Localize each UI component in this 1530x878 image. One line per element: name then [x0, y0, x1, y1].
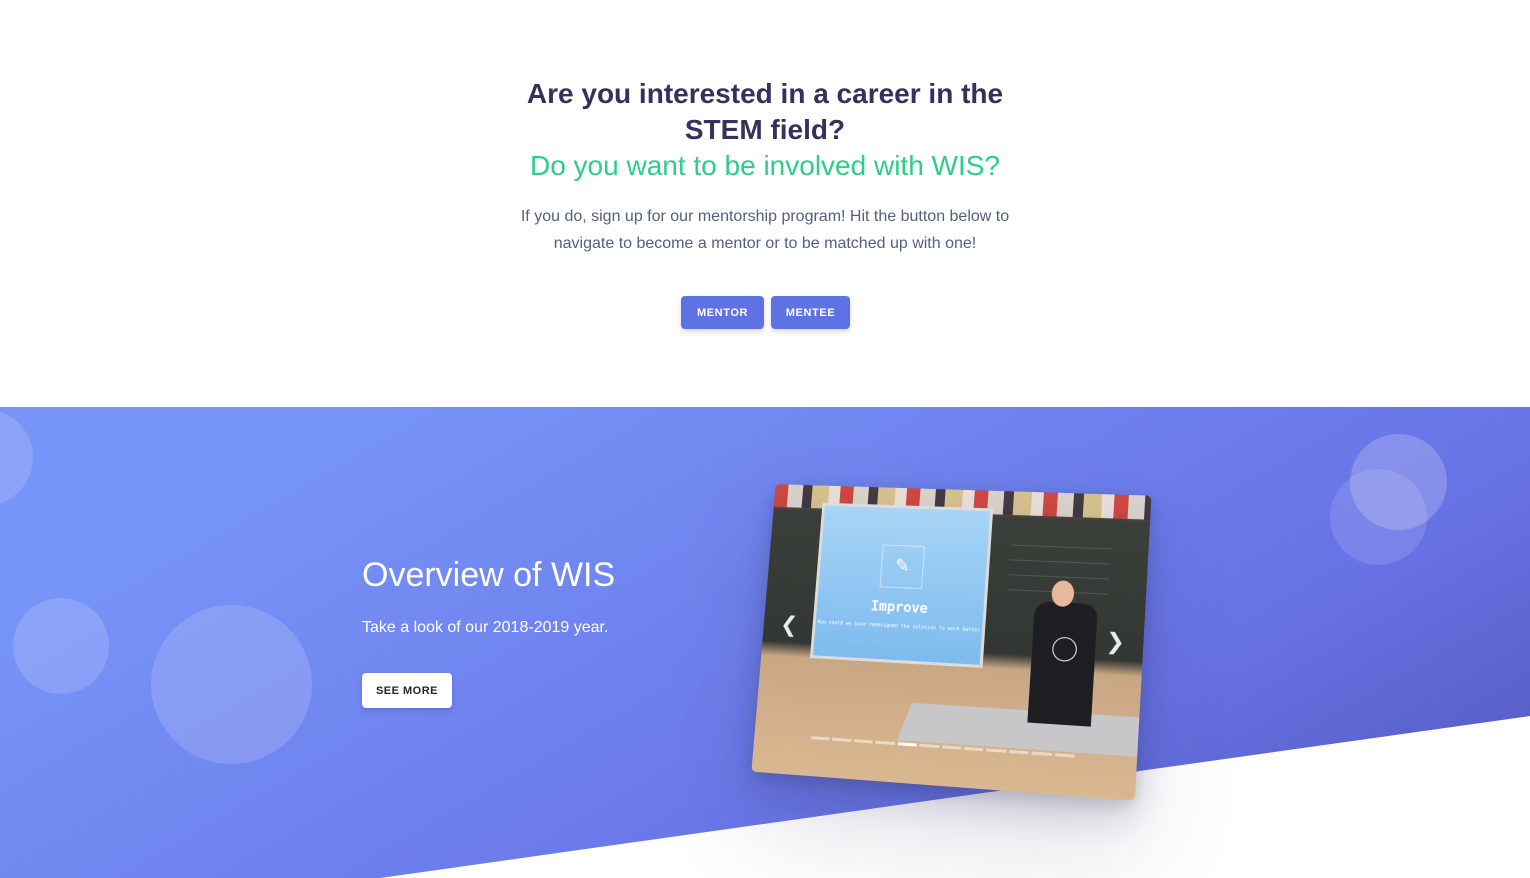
see-more-button[interactable]: SEE MORE — [362, 673, 452, 708]
slide-heading: Improve — [870, 598, 929, 618]
decorative-circle — [151, 605, 312, 764]
decorative-circle — [13, 598, 109, 694]
cta-description: If you do, sign up for our mentorship pr… — [520, 208, 1010, 252]
mentee-button[interactable]: MENTEE — [771, 296, 850, 329]
cta-title-line2: STEM field? — [684, 114, 846, 145]
chevron-left-icon[interactable]: ❮ — [776, 612, 802, 638]
carousel-slide-image: ✎ Improve How could we have redesigned t… — [751, 484, 1152, 801]
decorative-circle — [0, 409, 33, 506]
slide-caption: How could we have redesigned the solutio… — [817, 619, 981, 634]
hero-lead: Take a look of our 2018-2019 year. — [362, 619, 609, 636]
hero-title: Overview of WIS — [362, 556, 616, 594]
presenter-figure — [1027, 580, 1098, 727]
presenter-head — [1050, 580, 1075, 608]
decorative-circle — [1330, 469, 1427, 565]
mentor-button[interactable]: MENTOR — [681, 296, 764, 329]
chevron-right-icon[interactable]: ❯ — [1101, 629, 1129, 657]
hoodie-logo — [1051, 636, 1078, 663]
projector-screen: ✎ Improve How could we have redesigned t… — [809, 502, 994, 668]
classroom-table — [897, 702, 1152, 758]
mentorship-cta-section: Are you interested in a career in the ST… — [0, 0, 1530, 407]
cta-subtitle: Do you want to be involved with WIS? — [529, 150, 1000, 181]
cta-title-line1: Are you interested in a career in the — [526, 78, 1004, 109]
overview-hero-section: Overview of WIS Take a look of our 2018-… — [0, 407, 1530, 878]
cta-title: Are you interested in a career in the ST… — [0, 76, 1530, 148]
photo-carousel[interactable]: ✎ Improve How could we have redesigned t… — [751, 484, 1152, 801]
pencil-icon: ✎ — [879, 544, 926, 590]
